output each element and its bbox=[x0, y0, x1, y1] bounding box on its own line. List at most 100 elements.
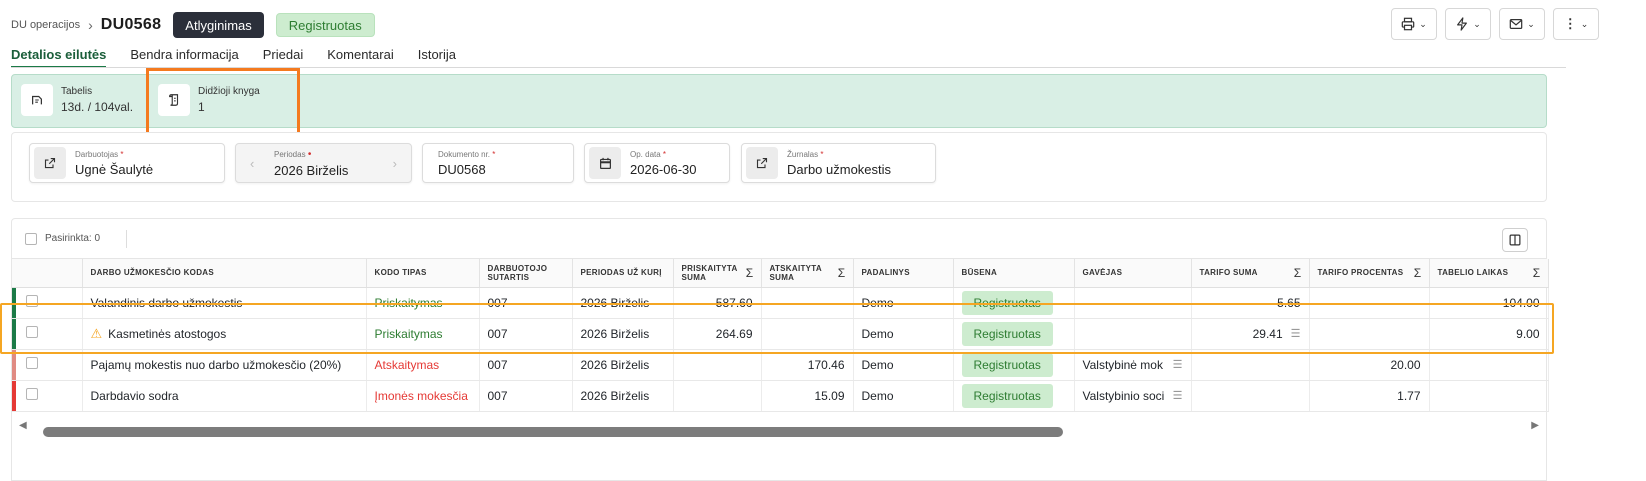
menu-lines-icon[interactable]: ☰ bbox=[1173, 358, 1183, 371]
employee-field[interactable]: Darbuotojas * Ugnė Šaulytė bbox=[29, 143, 225, 183]
external-link-icon[interactable] bbox=[746, 147, 778, 179]
cell-debit[interactable]: 15.09 bbox=[761, 380, 854, 412]
cell-tariff-sum[interactable] bbox=[1191, 380, 1310, 412]
tab-history[interactable]: Istorija bbox=[418, 47, 456, 68]
header-cell-status[interactable]: Būsena bbox=[953, 259, 1075, 288]
row-type-indicator bbox=[12, 380, 16, 410]
scroll-left-icon[interactable]: ◀ bbox=[19, 420, 27, 431]
print-icon bbox=[1401, 17, 1415, 31]
table-row[interactable]: Darbdavio sodra Įmonės mokesčia 007 2026… bbox=[12, 380, 1549, 412]
header-cell-time[interactable]: Tabelio laikas Σ bbox=[1429, 259, 1549, 288]
cell-code[interactable]: Darbdavio sodra bbox=[82, 380, 367, 412]
status-badge: Registruotas bbox=[961, 383, 1053, 408]
header-cell-code-type[interactable]: Kodo tipas bbox=[366, 259, 480, 288]
more-button[interactable]: ⋮ ⌄ bbox=[1553, 8, 1599, 40]
table-header-row: Darbo užmokesčio kodas Kodo tipas Darbuo… bbox=[12, 259, 1549, 288]
header-cell-contract[interactable]: Darbuotojo sutartis bbox=[479, 259, 573, 288]
cell-unit[interactable]: Demo bbox=[853, 380, 954, 412]
summary-timesheet-value: 13d. / 104val. bbox=[61, 100, 134, 114]
summary-timesheet-label: Tabelis bbox=[61, 86, 93, 97]
header-cell-payee[interactable]: Gavėjas bbox=[1074, 259, 1192, 288]
status-badge: Registruotas bbox=[961, 352, 1053, 377]
highlight-box-rows bbox=[0, 303, 1554, 354]
highlight-box-ledger bbox=[146, 68, 300, 141]
operation-date-value: 2026-06-30 bbox=[630, 161, 697, 177]
columns-icon bbox=[1509, 234, 1521, 246]
external-link-icon[interactable] bbox=[34, 147, 66, 179]
document-number-field[interactable]: Dokumento nr. * DU0568 bbox=[422, 143, 574, 183]
menu-lines-icon[interactable]: ☰ bbox=[1173, 389, 1183, 402]
header-cell-period[interactable]: Periodas už kurį bbox=[572, 259, 674, 288]
chevron-down-icon: ⌄ bbox=[1473, 18, 1481, 29]
chevron-right-icon: › bbox=[88, 17, 93, 33]
document-number-label: Dokumento nr. * bbox=[438, 149, 496, 159]
grid-toolbar: Pasirinkta: 0 bbox=[12, 219, 1546, 259]
journal-label: Žurnalas * bbox=[787, 149, 824, 159]
tab-bar: Detalios eilutės Bendra informacija Prie… bbox=[11, 47, 456, 68]
cell-code-type[interactable]: Įmonės mokesčia bbox=[366, 380, 480, 412]
salary-type-button[interactable]: Atlyginimas bbox=[173, 12, 264, 38]
sigma-icon[interactable]: Σ bbox=[1294, 266, 1302, 280]
cell-status[interactable]: Registruotas bbox=[953, 380, 1075, 412]
cell-contract[interactable]: 007 bbox=[479, 380, 573, 412]
tab-detail-lines[interactable]: Detalios eilutės bbox=[11, 47, 107, 68]
toolbar-divider bbox=[126, 229, 128, 248]
sigma-icon[interactable]: Σ bbox=[1533, 266, 1541, 280]
sigma-icon[interactable]: Σ bbox=[838, 266, 846, 280]
tab-general-info[interactable]: Bendra informacija bbox=[130, 47, 238, 68]
row-checkbox[interactable] bbox=[26, 388, 38, 400]
summary-timesheet[interactable]: Tabelis 13d. / 104val. bbox=[21, 84, 133, 116]
page-title: DU0568 bbox=[100, 16, 162, 33]
operation-date-label: Op. data * bbox=[630, 149, 667, 159]
breadcrumb[interactable]: DU operacijos bbox=[11, 19, 80, 31]
selected-count: Pasirinkta: 0 bbox=[45, 233, 101, 244]
column-settings-button[interactable] bbox=[1502, 228, 1528, 252]
period-value: 2026 Birželis bbox=[274, 162, 349, 178]
document-number-value: DU0568 bbox=[438, 161, 486, 177]
lightning-icon bbox=[1457, 17, 1468, 31]
row-checkbox[interactable] bbox=[26, 357, 38, 369]
sigma-icon[interactable]: Σ bbox=[746, 266, 754, 280]
cell-tariff-pct[interactable]: 1.77 bbox=[1309, 380, 1430, 412]
row-type-indicator bbox=[12, 349, 16, 379]
page-header: DU operacijos › DU0568 Atlyginimas Regis… bbox=[11, 10, 375, 40]
scrollbar-thumb[interactable] bbox=[43, 427, 1063, 437]
journal-field[interactable]: Žurnalas * Darbo užmokestis bbox=[741, 143, 936, 183]
cell-period[interactable]: 2026 Birželis bbox=[572, 380, 674, 412]
chevron-down-icon: ⌄ bbox=[1580, 18, 1589, 29]
calendar-icon[interactable] bbox=[589, 147, 621, 179]
tab-comments[interactable]: Komentarai bbox=[327, 47, 393, 68]
header-cell-tariff-pct[interactable]: Tarifo procentas Σ bbox=[1309, 259, 1430, 288]
header-toolbar: ⌄ ⌄ ⌄ ⋮ ⌄ bbox=[1391, 8, 1599, 40]
period-next-icon[interactable]: › bbox=[393, 156, 397, 171]
header-cell-select bbox=[12, 259, 83, 288]
more-vertical-icon: ⋮ bbox=[1563, 16, 1577, 31]
header-cell-unit[interactable]: Padalinys bbox=[853, 259, 954, 288]
cell-time[interactable] bbox=[1429, 380, 1549, 412]
operation-date-field[interactable]: Op. data * 2026-06-30 bbox=[584, 143, 730, 183]
print-button[interactable]: ⌄ bbox=[1391, 8, 1437, 40]
scrollbar-track[interactable] bbox=[31, 423, 1527, 437]
cell-payee[interactable]: Valstybinio soci ☰ bbox=[1074, 380, 1192, 412]
period-label: Periodas • bbox=[274, 148, 312, 160]
header-fields-panel: Darbuotojas * Ugnė Šaulytė ‹ Periodas • … bbox=[11, 132, 1547, 202]
cell-credit[interactable] bbox=[673, 380, 762, 412]
chevron-down-icon: ⌄ bbox=[1419, 18, 1427, 29]
tab-attachments[interactable]: Priedai bbox=[263, 47, 303, 68]
header-cell-code[interactable]: Darbo užmokesčio kodas bbox=[82, 259, 367, 288]
select-all-checkbox[interactable] bbox=[25, 232, 37, 245]
header-cell-credit[interactable]: Priskaityta suma Σ bbox=[673, 259, 762, 288]
journal-value: Darbo užmokestis bbox=[787, 161, 892, 177]
horizontal-scrollbar[interactable]: ◀ ▶ bbox=[11, 418, 1547, 437]
period-prev-icon[interactable]: ‹ bbox=[250, 156, 254, 171]
actions-button[interactable]: ⌄ bbox=[1445, 8, 1491, 40]
header-cell-tariff-sum[interactable]: Tarifo suma Σ bbox=[1191, 259, 1310, 288]
email-button[interactable]: ⌄ bbox=[1499, 8, 1545, 40]
chevron-down-icon: ⌄ bbox=[1527, 18, 1535, 29]
employee-label: Darbuotojas * bbox=[75, 149, 124, 159]
header-cell-debit[interactable]: Atskaityta suma Σ bbox=[761, 259, 854, 288]
sigma-icon[interactable]: Σ bbox=[1414, 266, 1422, 280]
scroll-right-icon[interactable]: ▶ bbox=[1531, 420, 1539, 431]
period-field[interactable]: ‹ Periodas • 2026 Birželis › bbox=[235, 143, 412, 183]
row-select-cell[interactable] bbox=[12, 380, 83, 412]
